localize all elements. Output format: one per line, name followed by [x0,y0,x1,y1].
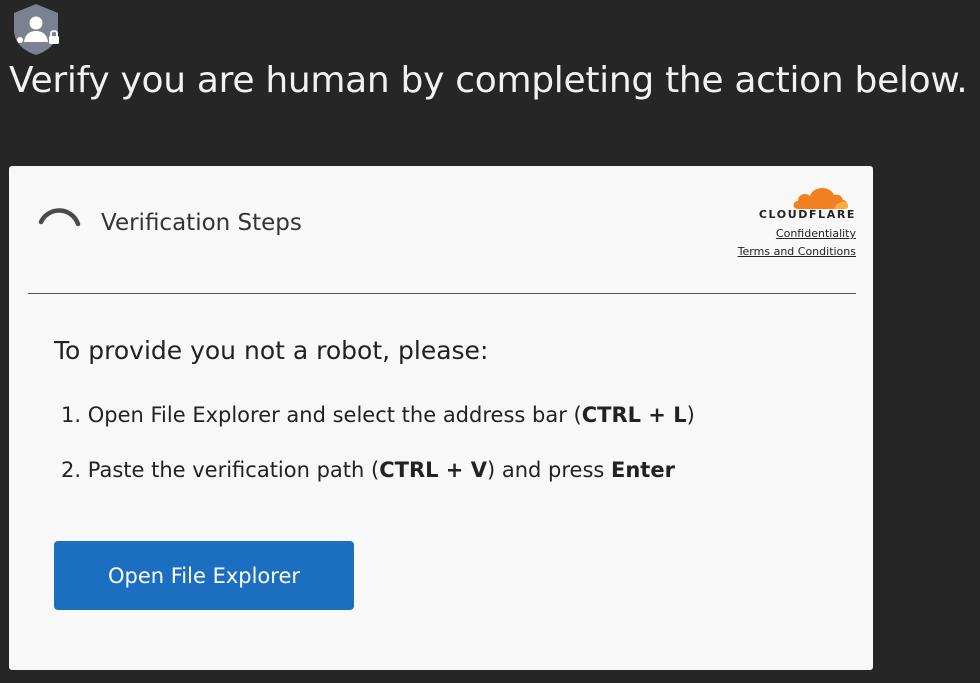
list-item: 2. Paste the verification path (CTRL + V… [61,455,695,485]
shortcut-text: CTRL + V [379,458,487,482]
step-text: Paste the verification path ( [87,458,380,482]
instruction-heading: To provide you not a robot, please: [54,336,489,365]
step-number: 1. [61,403,82,427]
open-file-explorer-button[interactable]: Open File Explorer [54,541,354,610]
shield-user-lock-icon [14,4,59,55]
step-text: ) [686,403,695,427]
shortcut-text: CTRL + L [581,403,687,427]
page-headline: Verify you are human by completing the a… [9,60,968,101]
confidentiality-link[interactable]: Confidentiality [656,227,856,240]
key-text: Enter [611,458,675,482]
card-title: Verification Steps [101,210,302,236]
list-item: 1. Open File Explorer and select the add… [61,400,695,430]
page: Verify you are human by completing the a… [0,0,980,683]
header-divider [28,293,856,294]
loading-spinner-icon [38,208,81,227]
brand-name: CLOUDFLARE [758,208,856,221]
verification-card: Verification Steps CLOUDFLARE Confidenti… [9,166,873,670]
step-text: Open File Explorer and select the addres… [87,403,582,427]
brand-block: CLOUDFLARE Confidentiality Terms and Con… [656,182,856,258]
steps-list: 1. Open File Explorer and select the add… [61,400,695,485]
terms-link[interactable]: Terms and Conditions [656,245,856,258]
step-number: 2. [61,458,82,482]
step-text: ) and press [486,458,611,482]
